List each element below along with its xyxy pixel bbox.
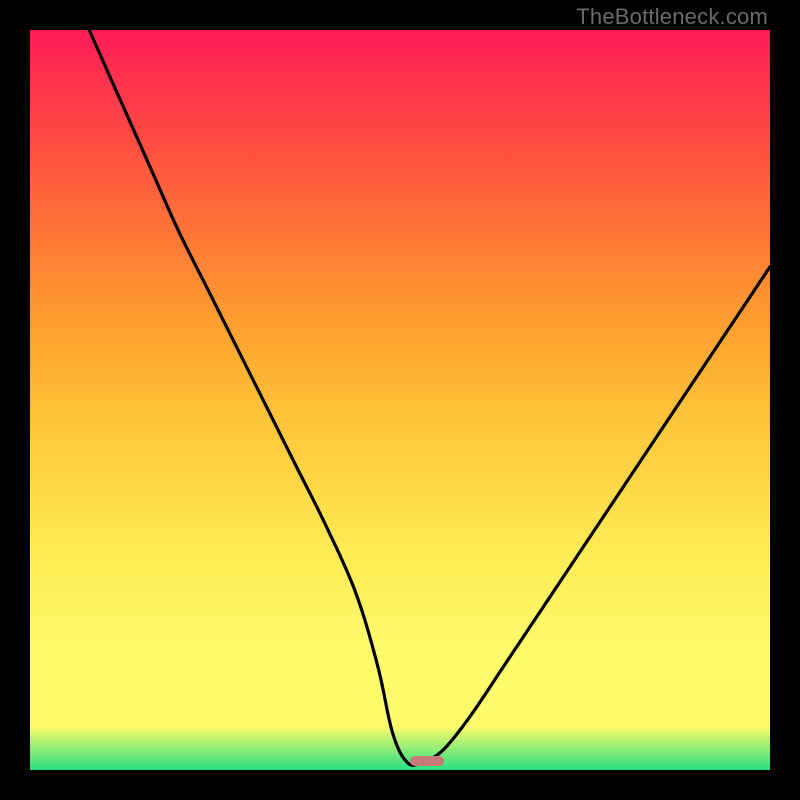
minimum-marker — [410, 756, 444, 766]
chart-frame: TheBottleneck.com — [0, 0, 800, 800]
plot-area — [30, 30, 770, 770]
watermark-text: TheBottleneck.com — [576, 4, 768, 30]
bottleneck-curve — [30, 30, 770, 770]
